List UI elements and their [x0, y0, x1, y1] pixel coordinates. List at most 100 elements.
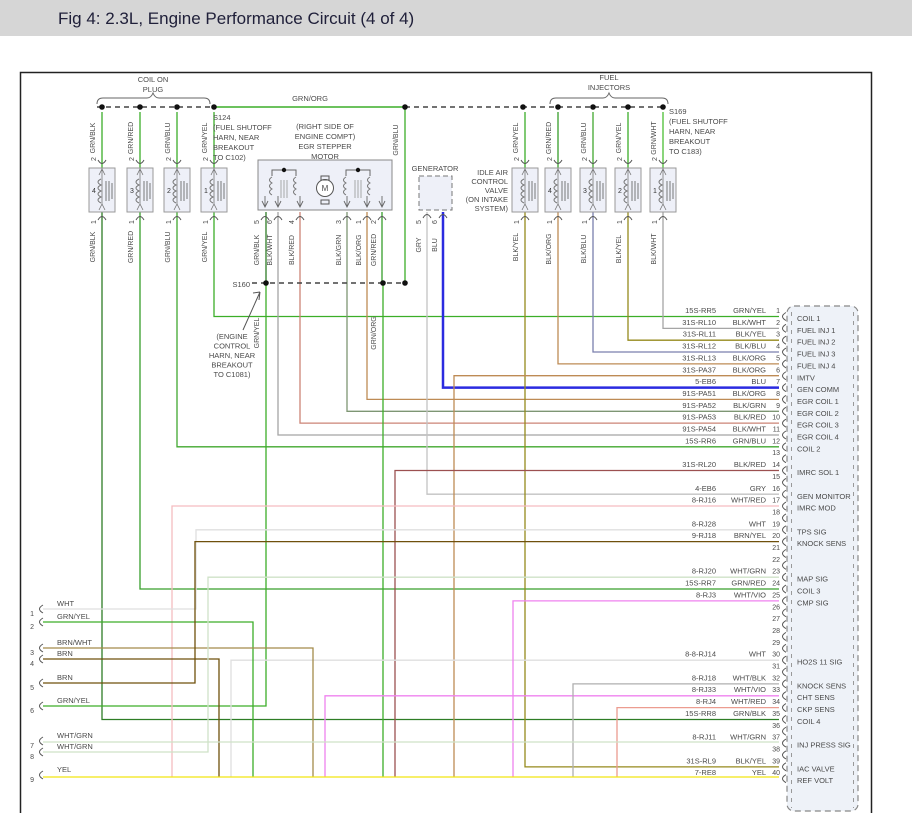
component-number: 3 — [583, 188, 587, 195]
wire-color: WHT/BLK — [733, 673, 766, 682]
junction-dot — [660, 104, 666, 110]
wire-id: 15S-RR6 — [685, 436, 716, 445]
component-number: 3 — [130, 188, 134, 195]
vertical-wire-label: GRN/YEL — [202, 232, 209, 263]
junction-dot — [520, 104, 526, 110]
engine-control-note: BREAKOUT — [211, 361, 253, 370]
pin-number: 4 — [776, 344, 780, 351]
wire-id: 8-RJ33 — [692, 685, 716, 694]
junction-dot — [137, 104, 143, 110]
wire-id: 91S-PA51 — [682, 389, 716, 398]
pin-number: 11 — [773, 427, 780, 434]
grn-org-label: GRN/ORG — [292, 94, 328, 103]
pin-number: 4 — [30, 661, 34, 668]
pin-number: 1 — [30, 611, 34, 618]
vertical-wire-label: 1 — [356, 220, 363, 224]
wire-id: 8-8-RJ14 — [685, 650, 716, 659]
coil-on-plug-label: PLUG — [143, 85, 164, 94]
pin-function-label: EGR COIL 1 — [797, 397, 839, 406]
pin-number: 22 — [772, 557, 780, 564]
s124-note: (FUEL SHUTOFF — [213, 123, 272, 132]
pin-function-label: REF VOLT — [797, 776, 834, 785]
wire-id: 91S-PA53 — [682, 413, 716, 422]
pin-function-label: TPS SIG — [797, 527, 827, 536]
pin-function-label: IMRC MOD — [797, 504, 836, 513]
wire-id: 15S-RR8 — [685, 709, 716, 718]
pin-function-label: FUEL INJ 4 — [797, 361, 835, 370]
pin-number: 33 — [772, 687, 780, 694]
pin-number: 8 — [30, 754, 34, 761]
vertical-wire-label: GRN/BLU — [165, 231, 172, 262]
pin-number: 2 — [776, 320, 780, 327]
wire-color: WHT — [749, 650, 766, 659]
vertical-wire-label: GRN/YEL — [616, 123, 623, 154]
vertical-wire-label: 4 — [289, 220, 296, 224]
pin-function-label: COIL 1 — [797, 314, 820, 323]
vertical-wire-label: GRN/BLU — [581, 122, 588, 153]
vertical-wire-label: BLK/WHT — [651, 233, 658, 265]
pin-number: 8 — [776, 391, 780, 398]
vertical-wire-label: BLK/YEL — [513, 233, 520, 262]
pin-number: 28 — [772, 628, 780, 635]
component-number: 4 — [548, 188, 552, 195]
s124-note: HARN, NEAR — [213, 133, 260, 142]
vertical-wire-label: 1 — [547, 220, 554, 224]
vertical-wire-label: 2 — [652, 157, 659, 161]
vertical-wire-label: BLK/RED — [289, 235, 296, 265]
engine-control-note: CONTROL — [214, 342, 251, 351]
pin-function-label: EGR COIL 3 — [797, 421, 839, 430]
wire-color: BLK/RED — [734, 413, 767, 422]
pin-number: 34 — [772, 699, 780, 706]
pin-number: 16 — [772, 486, 780, 493]
pin-number: 17 — [772, 498, 780, 505]
vertical-wire-label: 2 — [547, 157, 554, 161]
vertical-wire-label: GRN/RED — [128, 122, 135, 154]
pin-function-label: KNOCK SENS — [797, 539, 846, 548]
wire-id: 8-RJ20 — [692, 567, 716, 576]
vertical-wire-label: GRN/BLK — [90, 122, 97, 153]
vertical-wire-label: 1 — [203, 220, 210, 224]
wire-color: GRN/BLU — [733, 436, 766, 445]
pin-number: 35 — [772, 711, 780, 718]
wire-color: BLK/WHT — [733, 318, 767, 327]
pin-function-label: MAP SIG — [797, 575, 828, 584]
ignition-coil-3: 3 — [126, 159, 154, 221]
pin-number: 19 — [772, 521, 780, 528]
component-number: 2 — [167, 188, 171, 195]
s124-note: TO C102) — [213, 153, 246, 162]
wire-id: 91S-PA52 — [682, 401, 716, 410]
wire-color-label: WHT — [57, 599, 74, 608]
pin-number: 5 — [30, 685, 34, 692]
wire-color: GRN/BLK — [733, 709, 766, 718]
vertical-wire-label: 2 — [617, 157, 624, 161]
wire-id: 31S-RL13 — [682, 353, 716, 362]
egr-title: EGR STEPPER — [298, 142, 352, 151]
wire-id: 4-EB6 — [695, 484, 716, 493]
wire-color-label: BRN — [57, 673, 73, 682]
engine-control-note: (ENGINE — [216, 332, 247, 341]
vertical-wire-label: GRN/BLK — [254, 234, 261, 265]
generator-dashed-box — [418, 175, 453, 211]
pin-number: 39 — [772, 758, 780, 765]
fuel-injectors-label: FUEL — [599, 73, 618, 82]
vertical-wire-label: 1 — [166, 220, 173, 224]
wire-id: 9-RJ18 — [692, 531, 716, 540]
wiring-diagram: Fig 4: 2.3L, Engine Performance Circuit … — [0, 0, 912, 813]
pin-number: 1 — [776, 308, 780, 315]
wire-id: 5-EB6 — [695, 377, 716, 386]
pin-number: 18 — [772, 509, 780, 516]
vertical-wire-label: 6 — [432, 220, 439, 224]
fuel-injector-2: 2 — [614, 159, 642, 221]
pin-number: 12 — [772, 438, 780, 445]
wire-color: WHT/VIO — [734, 590, 766, 599]
vertical-wire-label: GRN/BLU — [393, 124, 400, 155]
pin-number: 2 — [30, 624, 34, 631]
wire-color: BLK/ORG — [733, 389, 767, 398]
wire-color: GRN/YEL — [733, 306, 766, 315]
pin-function-label: IMRC SOL 1 — [797, 468, 839, 477]
vertical-wire-label: 1 — [91, 220, 98, 224]
wire-color: WHT/RED — [731, 496, 767, 505]
ignition-coil-4: 4 — [88, 159, 116, 221]
egr-junction-dot — [281, 167, 287, 173]
wire-id: 31S-RL20 — [682, 460, 716, 469]
